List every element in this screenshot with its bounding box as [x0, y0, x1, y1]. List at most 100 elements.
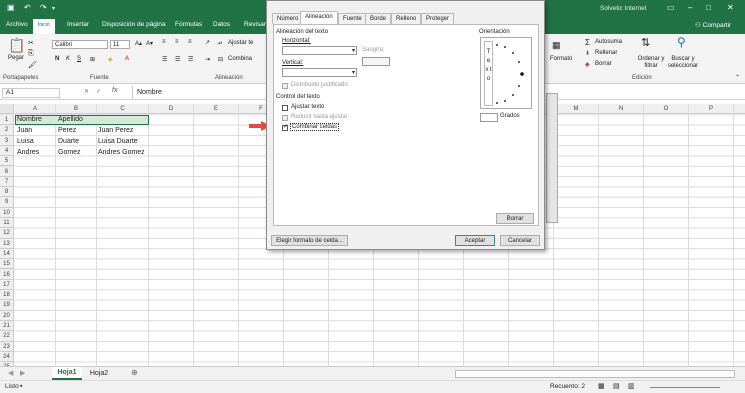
shrink-checkbox[interactable] [282, 115, 288, 121]
underline-icon[interactable]: S [77, 56, 81, 62]
zoom-slider[interactable] [650, 387, 720, 388]
row-header-16[interactable]: 16 [0, 269, 14, 280]
autosum-button[interactable]: Autosuma [595, 39, 622, 45]
align-right-icon[interactable]: ☰ [188, 56, 193, 63]
tab-insertar[interactable]: Insertar [67, 21, 89, 28]
wrap-text-button[interactable]: Ajustar te [228, 40, 253, 46]
autosum-icon[interactable]: Σ [585, 38, 590, 47]
find-select-button[interactable]: Buscar y seleccionar [663, 56, 703, 70]
row-header-20[interactable]: 20 [0, 310, 14, 321]
prev-sheet-icon[interactable]: ◀ [8, 369, 13, 377]
align-bottom-icon[interactable]: ≡ [188, 39, 192, 45]
paste-button[interactable]: Pegar [8, 55, 24, 61]
row-header-12[interactable]: 12 [0, 228, 14, 239]
ok-button[interactable]: Aceptar [455, 235, 495, 246]
cancel-button[interactable]: Cancelar [500, 235, 540, 246]
vertical-text-preview[interactable]: T e x t o [484, 41, 493, 106]
row-header-13[interactable]: 13 [0, 238, 14, 249]
column-header-n[interactable]: N [599, 104, 644, 114]
row-header-3[interactable]: 3 [0, 135, 14, 146]
row-header-9[interactable]: 9 [0, 197, 14, 208]
font-color-icon[interactable]: A [125, 56, 129, 62]
orientation-box[interactable]: T e x t o [480, 37, 532, 109]
grow-font-icon[interactable]: A▴ [135, 40, 142, 47]
ribbon-options-icon[interactable]: ▭ [667, 3, 675, 12]
tab-archivo[interactable]: Archivo [6, 21, 28, 28]
clear-icon[interactable]: ◆ [585, 61, 590, 68]
dialog-tab-borde[interactable]: Borde [365, 13, 392, 24]
horizontal-scrollbar[interactable] [455, 370, 735, 378]
add-sheet-icon[interactable]: ⊕ [131, 368, 138, 377]
row-header-22[interactable]: 22 [0, 331, 14, 342]
cell-a4[interactable]: Andres [17, 148, 39, 158]
maximize-icon[interactable]: □ [706, 3, 711, 12]
find-icon[interactable]: ⚲ [677, 35, 686, 49]
shrink-font-icon[interactable]: A▾ [146, 40, 153, 47]
sort-filter-icon[interactable]: ⇅ [641, 36, 650, 49]
cell-a2[interactable]: Juan [17, 126, 32, 136]
column-header-a[interactable]: A [15, 104, 56, 114]
close-icon[interactable]: ✕ [727, 3, 734, 12]
undo-icon[interactable]: ↶ [24, 3, 31, 12]
tab-datos[interactable]: Datos [213, 21, 230, 28]
row-header-8[interactable]: 8 [0, 187, 14, 198]
row-header-14[interactable]: 14 [0, 248, 14, 260]
align-top-icon[interactable]: ≡ [162, 39, 166, 45]
function-icon[interactable]: fx [112, 87, 117, 94]
row-header-10[interactable]: 10 [0, 207, 14, 218]
page-layout-icon[interactable]: ▤ [613, 382, 620, 390]
bold-icon[interactable]: N [55, 56, 59, 62]
tab-inicio[interactable]: Inicio [33, 19, 55, 34]
column-header-m[interactable]: M [554, 104, 599, 114]
clear-button[interactable]: Borrar [496, 213, 534, 224]
minimize-icon[interactable]: – [688, 3, 692, 12]
horizontal-select[interactable]: ▾ [282, 46, 357, 55]
column-header-o[interactable]: O [644, 104, 689, 114]
degrees-spinner[interactable] [480, 113, 498, 122]
orientation-icon[interactable]: ↗ [205, 39, 210, 46]
align-center-icon[interactable]: ☰ [175, 56, 180, 63]
align-left-icon[interactable]: ☰ [162, 56, 167, 63]
share-button[interactable]: ⚇ Compartir [695, 21, 731, 29]
column-header-c[interactable]: C [97, 104, 149, 114]
row-header-1[interactable]: 1 [0, 115, 14, 126]
cell-c4[interactable]: Andres Gomez [98, 148, 145, 158]
macro-record-icon[interactable]: ▪ [20, 383, 22, 390]
cell-b3[interactable]: Duarte [58, 137, 79, 147]
copy-icon[interactable]: ⎘ [28, 50, 34, 58]
enter-formula-icon[interactable]: ✓ [96, 88, 101, 95]
align-middle-icon[interactable]: ≡ [175, 39, 179, 45]
vertical-select[interactable]: ▾ [282, 68, 357, 77]
cut-icon[interactable]: ✂ [28, 39, 34, 47]
format-button[interactable]: Formato [550, 56, 572, 62]
sort-filter-button[interactable]: Ordenar y filtrar [636, 56, 666, 70]
choose-format-button[interactable]: Elegir formato de celda... [271, 235, 348, 246]
orientation-dial[interactable] [495, 41, 531, 107]
italic-icon[interactable]: K [66, 56, 70, 62]
page-break-icon[interactable]: ▥ [628, 382, 635, 390]
indent-spinner[interactable] [362, 57, 390, 66]
redo-icon[interactable]: ↷ [40, 3, 47, 12]
row-header-17[interactable]: 17 [0, 279, 14, 291]
fill-color-icon[interactable]: ◈ [108, 56, 113, 63]
paste-icon[interactable]: 📋 [8, 37, 25, 54]
row-header-21[interactable]: 21 [0, 321, 14, 332]
borders-icon[interactable]: ⊞ [90, 56, 95, 63]
column-header-b[interactable]: B [56, 104, 97, 114]
fill-icon[interactable]: ⬇ [585, 50, 590, 57]
tab-formulas[interactable]: Fórmulas [175, 21, 202, 28]
name-box[interactable]: A1 [2, 88, 60, 98]
dialog-tab-alineacion[interactable]: Alineación [300, 11, 338, 24]
tab-disposicion[interactable]: Disposición de página [102, 21, 166, 28]
row-header-2[interactable]: 2 [0, 125, 14, 136]
cell-c3[interactable]: Luisa Duarte [98, 137, 138, 147]
dialog-tab-numero[interactable]: Número [272, 13, 304, 24]
font-size-select[interactable]: 11 [110, 40, 130, 49]
fill-button[interactable]: Rellenar [595, 50, 617, 56]
row-header-15[interactable]: 15 [0, 259, 14, 270]
row-header-24[interactable]: 24 [0, 351, 14, 363]
column-header-e[interactable]: E [194, 104, 239, 114]
indent-icon[interactable]: ⇥ [205, 56, 210, 63]
wrap-text-checkbox[interactable] [282, 105, 288, 111]
dialog-tab-proteger[interactable]: Proteger [421, 13, 455, 24]
